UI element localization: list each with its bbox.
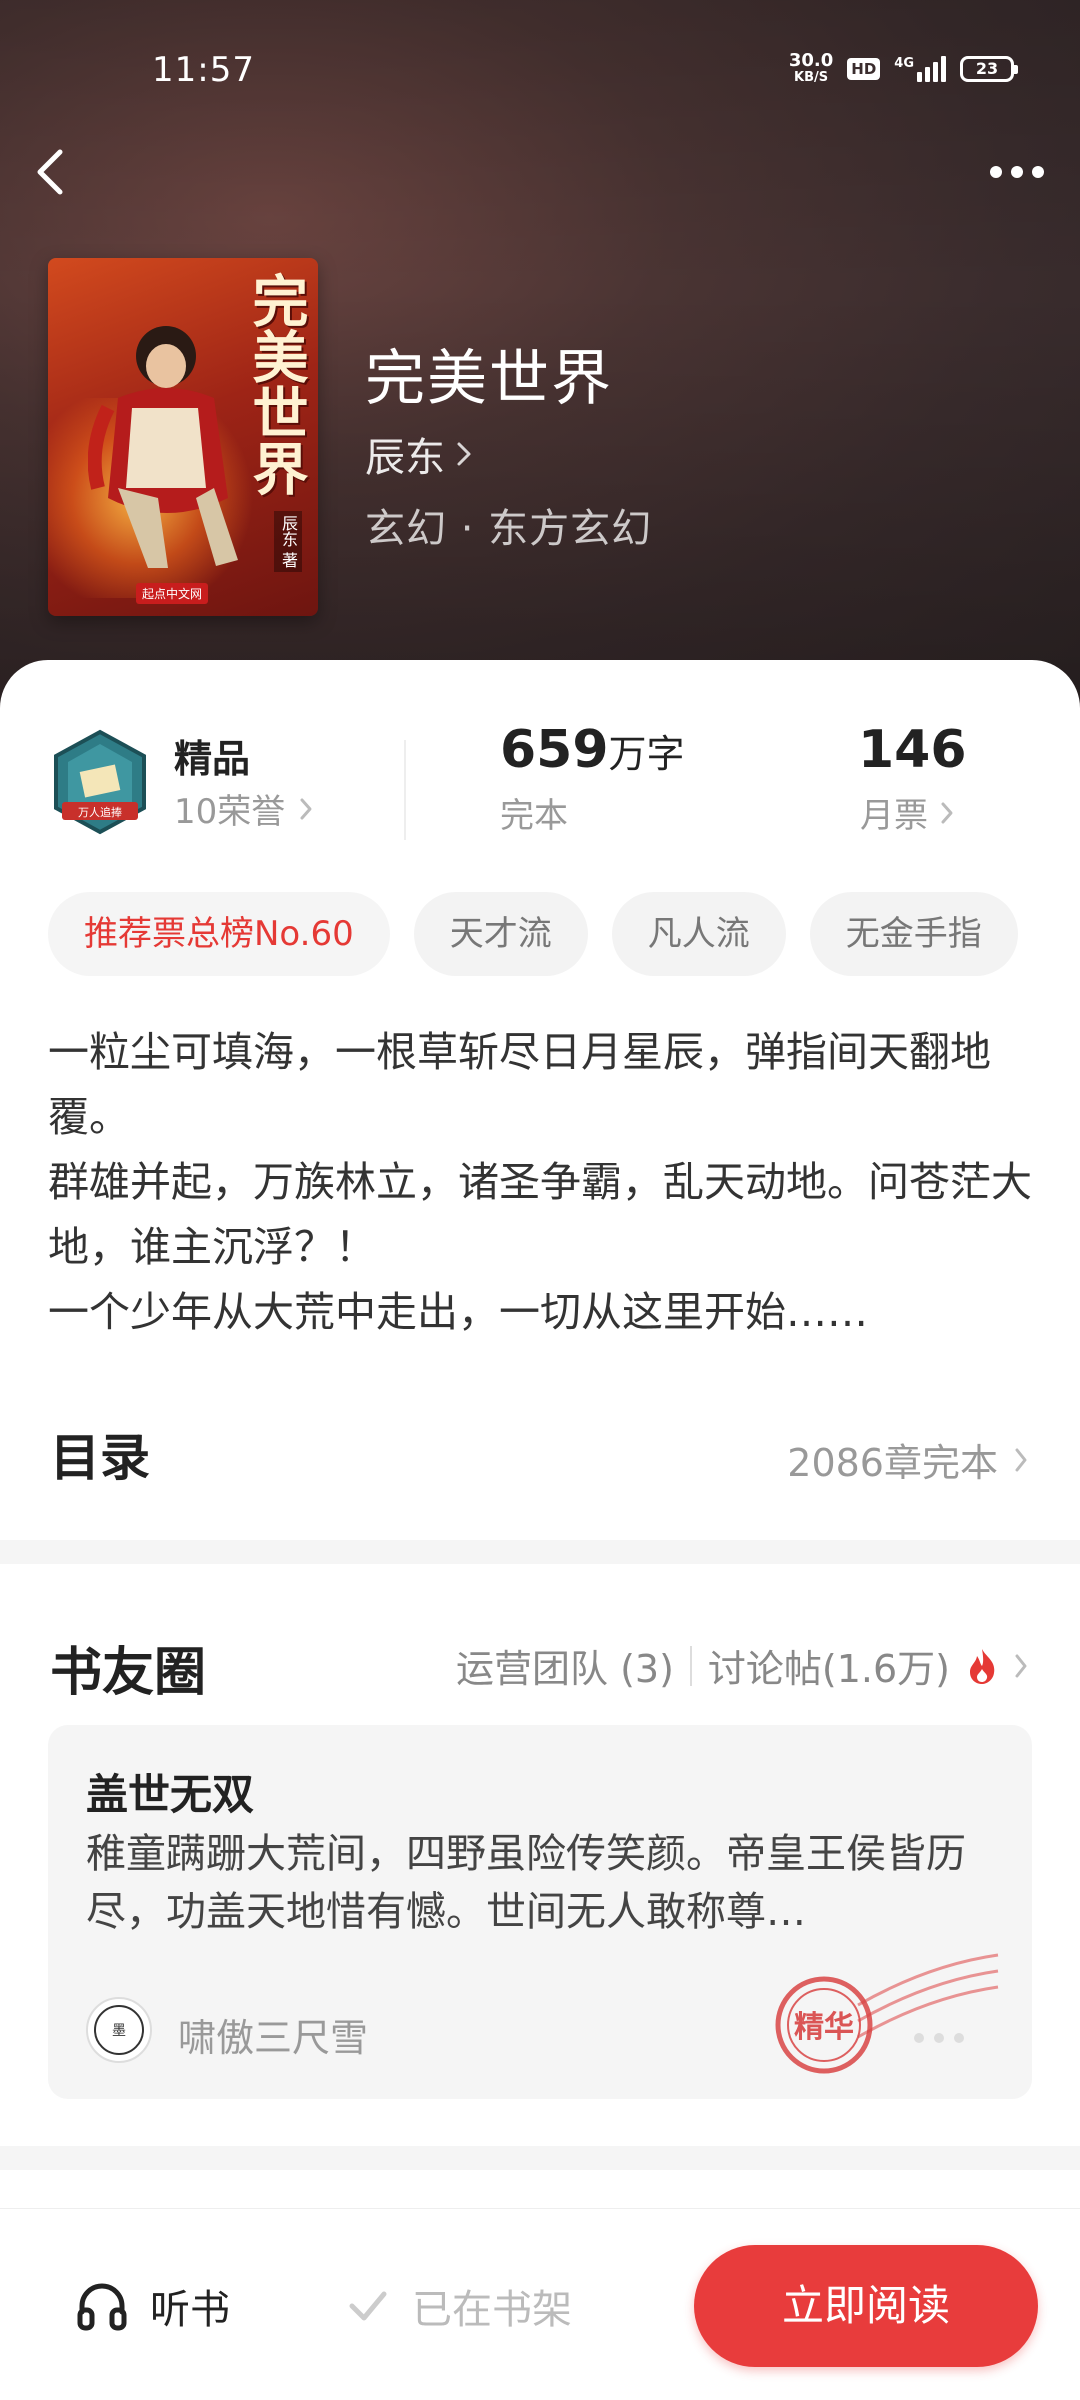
discussion-link[interactable]: 讨论帖(1.6万) [708,1638,950,1693]
chevron-right-icon [300,798,312,819]
monthly-votes-link[interactable]: 月票 [860,788,954,837]
post-body: 稚童蹒跚大荒间，四野虽险传笑颜。帝皇王侯皆历尽，功盖天地惜有憾。世间无人敢称尊… [86,1831,966,1935]
book-header: 11:57 30.0 KB/S HD 4G 23 完美世界 辰东 著 起点中文网… [0,0,1080,720]
book-genre: 玄幻 · 东方玄幻 [365,506,653,552]
back-button[interactable] [28,140,88,204]
tag-ranking[interactable]: 推荐票总榜No.60 [48,892,390,976]
stats-divider [404,740,406,840]
author-name: 辰东 [365,435,445,481]
chevron-right-icon [941,802,953,823]
signal-icon: 4G [894,56,946,82]
toc-title: 目录 [50,1429,150,1487]
honor-link[interactable]: 10荣誉 [174,784,313,833]
operation-team-link[interactable]: 运营团队 (3) [456,1638,674,1693]
read-now-button[interactable]: 立即阅读 [694,2245,1038,2367]
reader-circle-title: 书友圈 [50,1643,207,1703]
post-title: 盖世无双 [86,1770,255,1819]
post-username[interactable]: 啸傲三尺雪 [178,2007,368,2062]
chevron-left-icon [37,149,63,195]
status-icons: 30.0 KB/S HD 4G 23 [788,50,1018,86]
honor-title: 精品 [174,737,251,781]
bookshelf-label: 已在书架 [412,2287,572,2333]
status-time: 11:57 [152,50,255,90]
synopsis-line: 一粒尘可填海，一根草斩尽日月星辰，弹指间天翻地覆。 [48,1028,991,1141]
more-options-button[interactable] [982,150,1052,194]
svg-text:万人追捧: 万人追捧 [78,805,122,819]
essence-stamp-icon: 精华 [775,1953,999,2074]
svg-text:精华: 精华 [794,2010,854,2045]
section-divider [0,2146,1080,2170]
tag-item[interactable]: 天才流 [413,892,588,976]
cover-publisher: 起点中文网 [136,583,209,604]
cover-title: 完美世界 [243,272,309,496]
carousel-dots [914,2033,964,2043]
table-of-contents-row[interactable]: 目录 2086章完本 [0,1400,1080,1520]
check-icon [349,2291,387,2321]
chapter-count: 2086章完本 [787,1441,998,1485]
chevron-right-icon [1015,1654,1027,1677]
section-divider [0,1540,1080,1564]
status-bar: 11:57 30.0 KB/S HD 4G 23 [0,46,1080,96]
svg-text:墨: 墨 [112,2023,126,2039]
featured-post-card[interactable]: 盖世无双 稚童蹒跚大荒间，四野虽险传笑颜。帝皇王侯皆历尽，功盖天地惜有憾。世间无… [48,1725,1032,2099]
synopsis-line: 群雄并起，万族林立，诸圣争霸，乱天动地。问苍茫大地，谁主沉浮？！ [48,1158,1032,1271]
listen-label: 听书 [150,2287,230,2333]
monthly-votes-label: 月票 [860,796,928,836]
chevron-right-icon [457,442,471,466]
reader-circle-meta[interactable]: 运营团队 (3) 讨论帖(1.6万) [456,1638,1028,1693]
reader-circle-header: 书友圈 运营团队 (3) 讨论帖(1.6万) [0,1600,1080,1710]
bottom-action-bar: 听书 已在书架 立即阅读 [0,2208,1080,2400]
author-link[interactable]: 辰东 [365,425,473,483]
book-title: 完美世界 [365,344,613,414]
cover-author: 辰东 著 [274,510,302,572]
headphones-icon [77,2283,127,2331]
net-speed: 30.0 KB/S [788,50,834,86]
more-dots-icon [990,166,1002,178]
book-detail-card: 万人追捧 精品 10荣誉 659万字 完本 146 月票 推荐票总榜No.60 … [0,660,1080,2400]
tag-item[interactable]: 无金手指 [809,892,1018,976]
toc-meta: 2086章完本 [787,1432,1028,1487]
avatar[interactable]: 墨 [86,1997,152,2063]
cover-figure-icon [88,326,238,568]
honor-badge-icon[interactable]: 万人追捧 [50,728,150,838]
fire-icon [970,1648,995,1684]
completion-status: 完本 [500,796,568,836]
listen-button[interactable]: 听书 [76,2277,230,2335]
hd-icon: HD [847,58,881,80]
tag-item[interactable]: 凡人流 [611,892,786,976]
book-synopsis[interactable]: 一粒尘可填海，一根草斩尽日月星辰，弹指间天翻地覆。 群雄并起，万族林立，诸圣争霸… [48,1020,1038,1345]
synopsis-line: 一个少年从大荒中走出，一切从这里开始…… [48,1288,868,1336]
book-cover[interactable]: 完美世界 辰东 著 起点中文网 [48,258,318,616]
chevron-right-icon [1015,1448,1027,1471]
word-count: 659万字 [500,720,685,780]
honor-count: 10荣誉 [174,792,286,832]
monthly-votes-count: 146 [858,720,967,780]
tag-list: 推荐票总榜No.60 天才流 凡人流 无金手指 [48,892,1080,976]
battery-icon: 23 [960,56,1018,82]
bookshelf-button[interactable]: 已在书架 [346,2277,572,2335]
